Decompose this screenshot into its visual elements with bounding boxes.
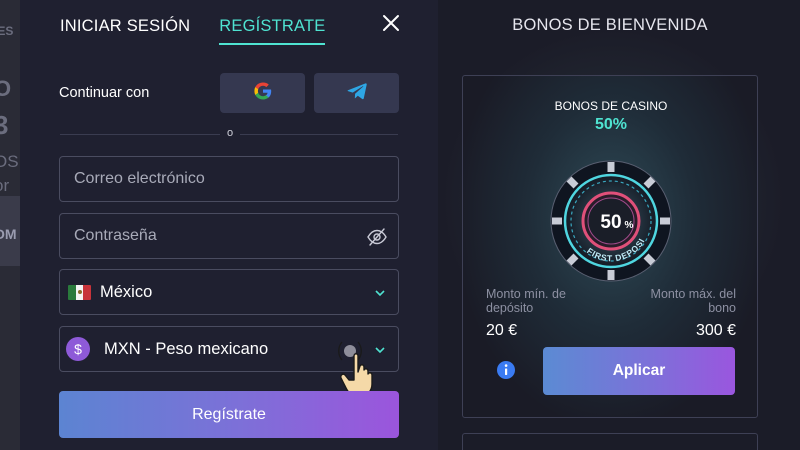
min-deposit-label: Monto mín. de depósito — [486, 287, 566, 315]
telegram-icon — [346, 81, 368, 106]
chip-percent: % — [625, 220, 634, 231]
auth-tabs: INICIAR SESIÓN REGÍSTRATE — [60, 17, 326, 45]
country-select[interactable]: México — [59, 269, 399, 315]
continue-with-label: Continuar con — [59, 85, 150, 101]
auth-modal: INICIAR SESIÓN REGÍSTRATE Continuar con … — [20, 0, 438, 450]
divider-or-label: o — [220, 127, 240, 139]
chevron-down-icon — [374, 286, 386, 298]
casino-bonus-percent: 50% — [594, 116, 628, 133]
background-page: IES O 3 OS or OM — [0, 0, 20, 450]
tab-login[interactable]: INICIAR SESIÓN — [60, 17, 190, 45]
google-login-button[interactable] — [220, 73, 305, 113]
eye-off-icon[interactable] — [366, 226, 388, 248]
info-icon[interactable] — [496, 360, 516, 380]
welcome-bonus-panel: BONOS DE BIENVENIDA BONOS DE CASINO 50% — [438, 0, 800, 450]
mexico-flag-icon — [68, 284, 91, 300]
max-bonus-label: Monto máx. del bono — [650, 287, 736, 315]
tab-register[interactable]: REGÍSTRATE — [219, 17, 326, 45]
min-deposit-value: 20 € — [486, 322, 518, 339]
close-icon[interactable] — [380, 12, 402, 34]
casino-bonus-card: BONOS DE CASINO 50% 50 % FIRST DEPOSI Mo… — [462, 75, 758, 418]
password-input[interactable] — [60, 227, 398, 245]
register-button[interactable]: Regístrate — [59, 391, 399, 438]
bg-fragment: IES — [0, 24, 14, 38]
bg-fragment: O — [0, 76, 12, 101]
bg-fragment: 3 — [0, 110, 9, 140]
max-bonus-value: 300 € — [695, 322, 736, 339]
bg-fragment: OM — [0, 226, 17, 242]
chip-value: 50 — [600, 212, 621, 233]
first-deposit-chip-icon: 50 % FIRST DEPOSIT — [547, 152, 672, 282]
next-bonus-card — [462, 433, 758, 450]
email-input[interactable] — [60, 170, 398, 188]
casino-bonus-label: BONOS DE CASINO — [554, 99, 668, 113]
currency-value: MXN - Peso mexicano — [104, 339, 269, 358]
google-icon — [253, 81, 273, 106]
email-field[interactable] — [59, 156, 399, 202]
currency-coin-icon: $ — [66, 337, 90, 361]
bg-fragment: or — [0, 176, 10, 195]
country-value: México — [100, 282, 153, 301]
password-field[interactable] — [59, 213, 399, 259]
apply-bonus-button[interactable]: Aplicar — [543, 347, 735, 395]
bonus-heading: BONOS DE BIENVENIDA — [512, 16, 708, 34]
telegram-login-button[interactable] — [314, 73, 399, 113]
bg-fragment: OS — [0, 152, 19, 171]
